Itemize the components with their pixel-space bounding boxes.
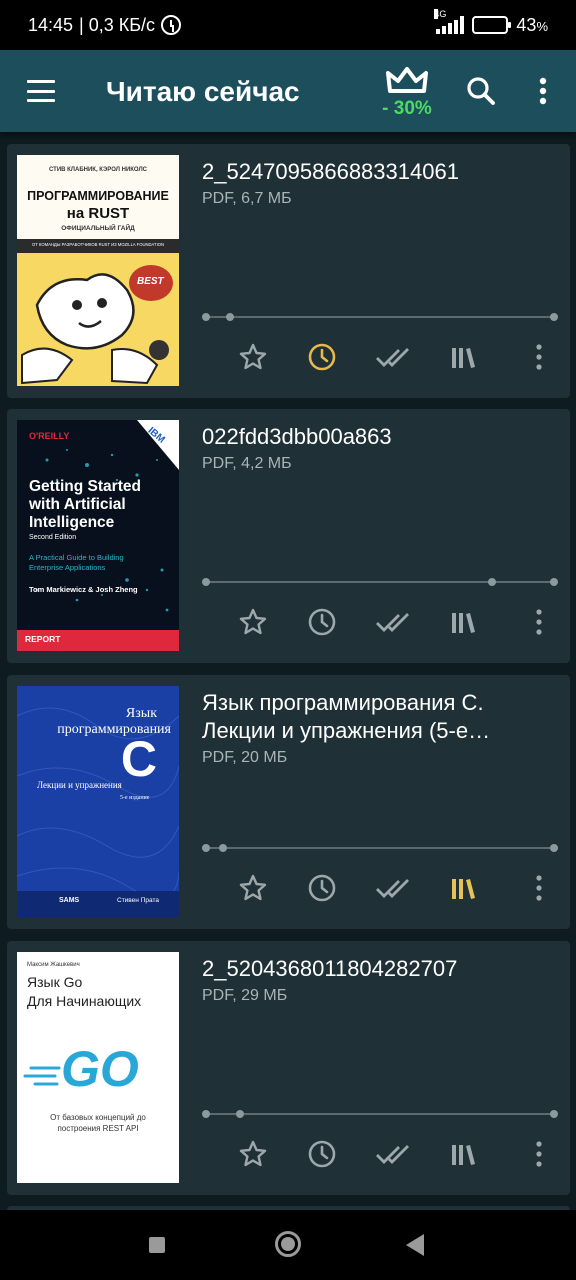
alarm-icon [161, 15, 182, 35]
cover-letter: C [120, 731, 157, 787]
status-bar: 14:45 | 0,3 КБ/с 4G 43% [0, 0, 576, 50]
cover-edition: Second Edition [29, 534, 77, 541]
network-speed: | 0,3 КБ/с [79, 14, 156, 35]
progress-dot [218, 844, 227, 852]
progress-dot [488, 578, 496, 586]
home-button[interactable] [275, 1231, 301, 1257]
library-icon[interactable] [449, 342, 479, 372]
network-type: 4G [434, 9, 447, 19]
done-all-icon[interactable] [375, 873, 411, 903]
reading-progress [202, 313, 558, 321]
book-title: Язык программирования C. Лекции и упражн… [202, 690, 484, 743]
system-nav-bar [0, 1210, 576, 1280]
book-cover[interactable]: СТИВ КЛАБНИК, КЭРОЛ НИКОЛС ПРОГРАММИРОВА… [17, 155, 179, 386]
book-actions [227, 1139, 557, 1169]
more-vert-icon[interactable] [536, 77, 550, 107]
book-title: 022fdd3dbb00a863 [202, 424, 392, 449]
star-icon[interactable] [238, 873, 268, 903]
done-all-icon[interactable] [375, 1139, 411, 1169]
book-card[interactable]: O'REILLY IBM Getting Started with Artifi… [7, 409, 570, 663]
library-icon[interactable] [449, 607, 479, 637]
cover-title: Язык [125, 706, 157, 721]
battery-percent: 43% [516, 14, 548, 35]
cover-subtitle: От базовых концепций до построения REST … [50, 1113, 146, 1133]
status-time: 14:45 [28, 14, 74, 35]
book-actions [227, 607, 557, 637]
menu-icon[interactable] [27, 80, 55, 102]
cover-title-2: на RUST [66, 205, 130, 222]
page-title: Читаю сейчас [106, 76, 300, 107]
cover-title: Getting Started with Artificial Intellig… [29, 478, 141, 531]
cover-logo: GO [61, 1041, 139, 1097]
cover-title: ПРОГРАММИРОВАНИЕ [27, 189, 169, 203]
premium-button[interactable]: - 30% [380, 65, 434, 125]
book-actions [227, 873, 557, 903]
library-icon[interactable] [449, 873, 479, 903]
clock-icon[interactable] [307, 873, 337, 903]
progress-dot [225, 313, 234, 321]
back-button[interactable] [406, 1234, 424, 1256]
app-bar: Читаю сейчас - 30% [0, 50, 576, 132]
cover-authors: Tom Markiewicz & Josh Zheng [29, 585, 138, 594]
book-title: 2_5204368011804282707 [202, 956, 458, 981]
search-icon[interactable] [466, 76, 496, 106]
signal-icon: 4G [434, 9, 465, 34]
book-meta: PDF, 20 МБ [202, 749, 288, 766]
book-card[interactable]: СТИВ КЛАБНИК, КЭРОЛ НИКОЛС ПРОГРАММИРОВА… [7, 144, 570, 398]
more-vert-icon[interactable] [533, 342, 545, 372]
more-vert-icon[interactable] [533, 1139, 545, 1169]
crown-icon [386, 67, 428, 93]
book-cover[interactable]: Язык программирования C Лекции и упражне… [17, 686, 179, 917]
cover-title: Язык Go [27, 974, 83, 990]
library-icon[interactable] [449, 1139, 479, 1169]
book-cover[interactable]: O'REILLY IBM Getting Started with Artifi… [17, 420, 179, 651]
book-cover[interactable]: Максим Жашкевич Язык Go Для Начинающих G… [17, 952, 179, 1183]
cover-title-2: Для Начинающих [27, 993, 142, 1009]
cover-tagline: ОТ КОМАНДЫ РАЗРАБОТЧИКОВ RUST ИЗ MOZILLA… [31, 242, 165, 247]
book-card[interactable]: Максим Жашкевич Язык Go Для Начинающих G… [7, 941, 570, 1195]
status-left: 14:45 | 0,3 КБ/с [28, 14, 182, 36]
cover-subtitle: A Practical Guide to Building Enterprise… [29, 553, 124, 572]
cover-subtitle: Лекции и упражнения [37, 780, 122, 790]
more-vert-icon[interactable] [533, 607, 545, 637]
done-all-icon[interactable] [375, 607, 411, 637]
book-meta: PDF, 4,2 МБ [202, 455, 292, 472]
book-meta: PDF, 29 МБ [202, 987, 288, 1004]
battery-icon [472, 16, 512, 34]
discount-label: - 30% [382, 98, 432, 119]
book-meta: PDF, 6,7 МБ [202, 190, 292, 207]
cover-publisher: SAMS [59, 897, 80, 904]
book-title: 2_5247095866883314061 [202, 159, 459, 184]
recents-button[interactable] [149, 1237, 165, 1253]
cover-footer: REPORT [25, 634, 61, 644]
cover-author: Стивен Прата [117, 897, 159, 904]
clock-icon[interactable] [307, 607, 337, 637]
cover-author: Максим Жашкевич [27, 962, 80, 968]
clock-icon[interactable] [307, 1139, 337, 1169]
reading-progress [202, 578, 558, 586]
reading-progress [202, 844, 558, 852]
star-icon[interactable] [238, 1139, 268, 1169]
star-icon[interactable] [238, 607, 268, 637]
cover-badge: BEST [137, 276, 164, 287]
cover-subtitle: ОФИЦИАЛЬНЫЙ ГАЙД [61, 225, 135, 232]
star-icon[interactable] [238, 342, 268, 372]
done-all-icon[interactable] [375, 342, 411, 372]
status-right: 4G 43% [434, 9, 548, 36]
book-actions [227, 342, 557, 372]
cover-authors: СТИВ КЛАБНИК, КЭРОЛ НИКОЛС [48, 167, 147, 173]
clock-icon[interactable] [307, 342, 337, 372]
cover-publisher: O'REILLY [29, 431, 70, 441]
cover-edition: 5-е издание [120, 795, 150, 801]
book-card[interactable]: Язык программирования C Лекции и упражне… [7, 675, 570, 929]
progress-dot [236, 1110, 244, 1118]
more-vert-icon[interactable] [533, 873, 545, 903]
reading-progress [202, 1110, 558, 1118]
